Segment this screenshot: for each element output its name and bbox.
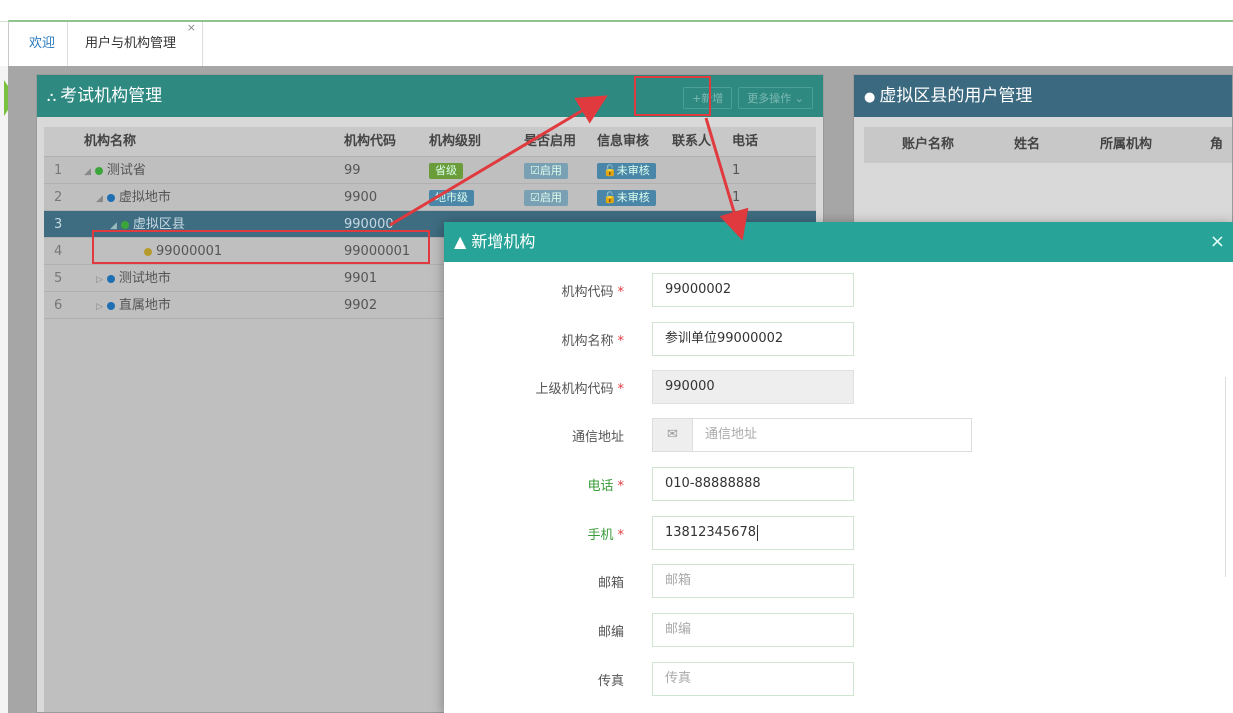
left-strip <box>0 66 8 713</box>
envelope-icon: ✉ <box>653 419 693 451</box>
col-header[interactable]: 信息审核 <box>597 127 649 157</box>
user-icon: ▲ <box>454 232 467 251</box>
phone-label: 电话 * <box>587 479 624 494</box>
parent-code-label: 上级机构代码 * <box>535 382 624 397</box>
col-header[interactable]: 电话 <box>732 127 758 157</box>
postcode-field[interactable]: 邮编 <box>652 613 854 647</box>
form-row-mobile: 手机 * 13812345678 <box>444 516 1044 550</box>
row-number: 3 <box>54 217 63 232</box>
row-number: 4 <box>54 244 63 259</box>
phone-field[interactable]: 010-88888888 <box>652 467 854 501</box>
tab-welcome[interactable]: 欢迎 <box>17 22 69 66</box>
form-row-fax: 传真 传真 <box>444 662 1044 696</box>
audit-badge: 🔓未审核 <box>597 157 656 184</box>
form-row-parent-code: 上级机构代码 * 990000 <box>444 370 1044 404</box>
collapse-triangle-icon[interactable]: ◢ <box>84 167 91 177</box>
panel-header: ● 虚拟区县的用户管理 <box>854 75 1232 117</box>
new-org-dialog: ▲ 新增机构 × 机构代码 * 99000002 机构名称 * 参训单位990000… <box>444 222 1233 713</box>
col-header[interactable]: 账户名称 <box>902 127 954 163</box>
form-row-address: 通信地址 ✉ 通信地址 <box>444 418 1044 452</box>
table-row[interactable]: 2 ◢ 虚拟地市 9900 地市级 ☑启用 🔓未审核 1 <box>44 184 816 211</box>
org-code-cell: 9902 <box>344 298 378 313</box>
org-code-cell: 99 <box>344 163 361 178</box>
row-number: 6 <box>54 298 63 313</box>
panel-title: 考试机构管理 <box>60 86 163 106</box>
col-header[interactable]: 是否启用 <box>524 127 576 157</box>
expand-triangle-icon[interactable]: ▷ <box>96 275 103 285</box>
org-name-cell: ▷ 测试地市 <box>96 271 171 286</box>
col-header[interactable]: 机构名称 <box>84 127 136 157</box>
users-table-header: 账户名称 姓名 所属机构 角 <box>864 127 1232 163</box>
node-icon <box>106 274 115 283</box>
dialog-title: 新增机构 <box>471 232 536 251</box>
form-row-org-code: 机构代码 * 99000002 <box>444 273 1044 307</box>
form-row-phone: 电话 * 010-88888888 <box>444 467 1044 501</box>
highlight-new-button <box>634 76 711 116</box>
col-header[interactable]: 所属机构 <box>1100 127 1152 163</box>
org-code-field[interactable]: 99000002 <box>652 273 854 307</box>
address-placeholder: 通信地址 <box>705 427 758 442</box>
level-badge: 省级 <box>429 157 463 184</box>
postcode-label: 邮编 <box>597 625 624 640</box>
col-header[interactable]: 姓名 <box>1014 127 1040 163</box>
email-label: 邮箱 <box>597 576 624 591</box>
highlight-selected-row <box>92 230 430 264</box>
org-code-cell: 9900 <box>344 190 378 205</box>
col-header[interactable]: 角 <box>1210 127 1223 163</box>
top-bar <box>0 0 1233 22</box>
text-caret <box>756 524 758 541</box>
table-row[interactable]: 1 ◢ 测试省 99 省级 ☑启用 🔓未审核 1 <box>44 157 816 184</box>
address-label: 通信地址 <box>571 430 624 445</box>
tab-close-icon[interactable]: × <box>187 6 196 50</box>
org-code-label: 机构代码 * <box>561 285 624 300</box>
phone-cell: 1 <box>732 163 741 178</box>
org-name-cell: ▷ 直属地市 <box>96 298 171 313</box>
parent-code-field: 990000 <box>652 370 854 404</box>
address-field[interactable]: ✉ 通信地址 <box>652 418 972 452</box>
col-header[interactable]: 机构级别 <box>429 127 481 157</box>
node-icon <box>106 301 115 310</box>
email-field[interactable]: 邮箱 <box>652 564 854 598</box>
tab-user-org-management[interactable]: 用户与机构管理 × <box>73 21 203 66</box>
row-number: 2 <box>54 190 63 205</box>
level-badge: 地市级 <box>429 184 474 211</box>
sitemap-icon: ⛬ <box>47 90 57 105</box>
col-header[interactable]: 联系人 <box>672 127 711 157</box>
more-actions-button[interactable]: 更多操作 ⌄ <box>738 87 813 109</box>
node-icon <box>94 166 103 175</box>
table-header-row: 机构名称 机构代码 机构级别 是否启用 信息审核 联系人 电话 <box>44 127 816 157</box>
user-icon: ● <box>864 90 876 105</box>
dialog-header: ▲ 新增机构 × <box>444 222 1233 262</box>
fax-label: 传真 <box>597 674 624 689</box>
row-number: 1 <box>54 163 63 178</box>
org-name-label: 机构名称 * <box>561 334 624 349</box>
mobile-field[interactable]: 13812345678 <box>652 516 854 550</box>
form-row-org-name: 机构名称 * 参训单位99000002 <box>444 322 1044 356</box>
dialog-scroll-edge[interactable] <box>1225 377 1233 577</box>
enable-badge: ☑启用 <box>524 184 568 211</box>
org-name-field[interactable]: 参训单位99000002 <box>652 322 854 356</box>
close-icon[interactable]: × <box>1210 222 1225 262</box>
row-number: 5 <box>54 271 63 286</box>
mobile-label: 手机 * <box>587 528 624 543</box>
form-row-email: 邮箱 邮箱 <box>444 564 1044 598</box>
fax-field[interactable]: 传真 <box>652 662 854 696</box>
collapse-triangle-icon[interactable]: ◢ <box>96 194 103 204</box>
node-icon <box>106 193 115 202</box>
expand-triangle-icon[interactable]: ▷ <box>96 302 103 312</box>
form-row-postcode: 邮编 邮编 <box>444 613 1044 647</box>
node-icon <box>120 220 129 229</box>
col-header[interactable]: 机构代码 <box>344 127 396 157</box>
org-code-cell: 9901 <box>344 271 378 286</box>
phone-cell: 1 <box>732 190 741 205</box>
org-name-cell: ◢ 测试省 <box>84 163 146 178</box>
panel-title: 虚拟区县的用户管理 <box>879 86 1033 106</box>
audit-badge: 🔓未审核 <box>597 184 656 211</box>
tab-bar: 欢迎 用户与机构管理 × <box>8 20 1233 66</box>
enable-badge: ☑启用 <box>524 157 568 184</box>
org-name-cell: ◢ 虚拟地市 <box>96 190 171 205</box>
